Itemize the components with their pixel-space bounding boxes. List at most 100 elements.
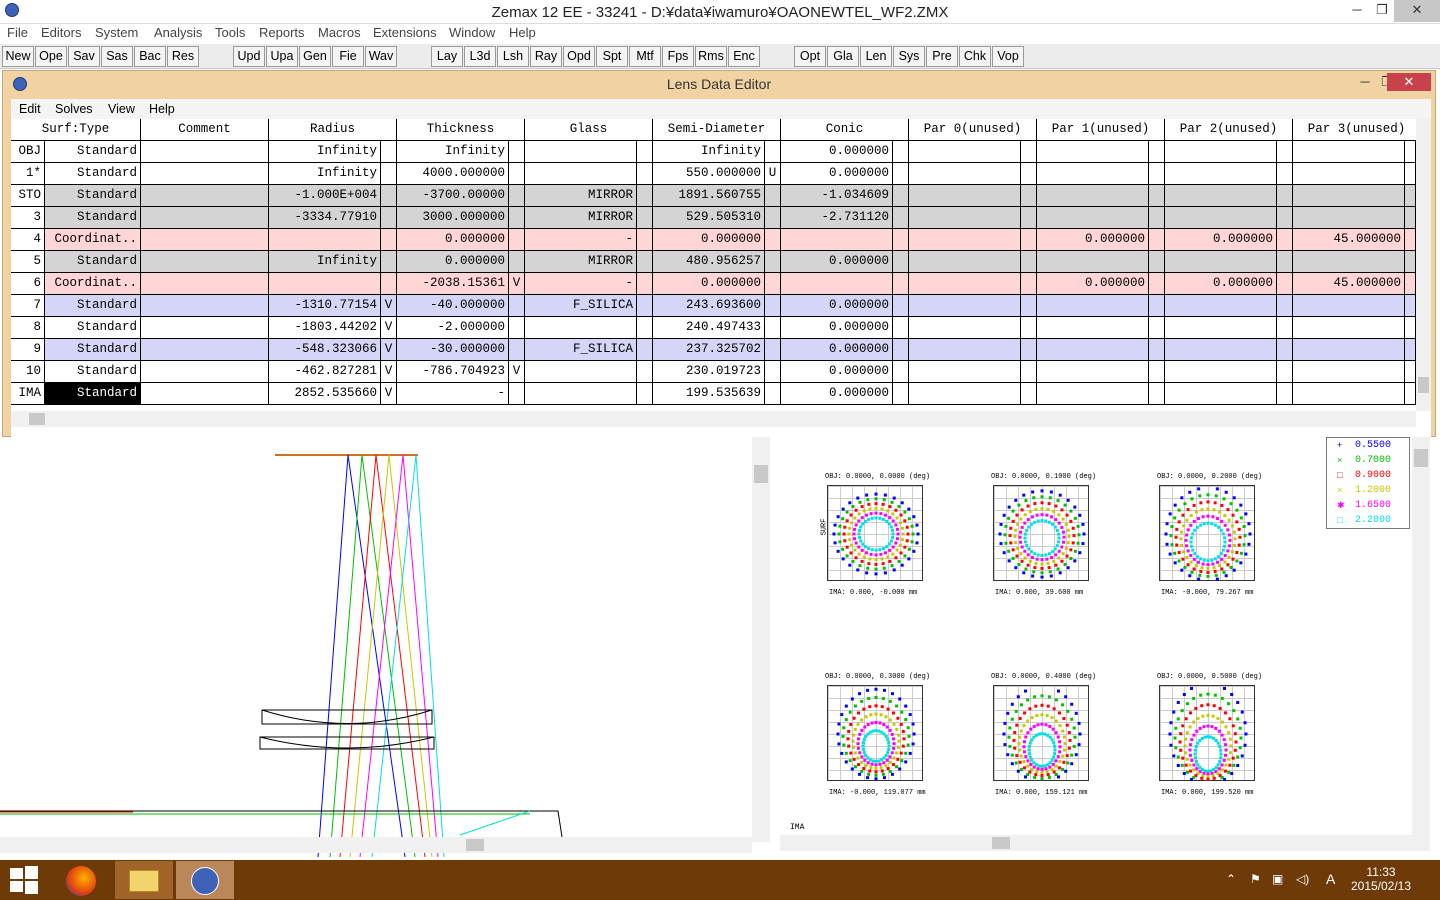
cell-p3[interactable] xyxy=(1293,383,1405,405)
cell-p1[interactable] xyxy=(1037,295,1149,317)
cell-p2f[interactable] xyxy=(1277,317,1293,339)
cell-semi[interactable]: Infinity xyxy=(653,141,765,163)
col-header-comment[interactable]: Comment xyxy=(141,119,269,141)
col-header-glass[interactable]: Glass xyxy=(525,119,653,141)
cell-p3f[interactable] xyxy=(1405,163,1416,185)
cell-radius[interactable]: -548.323066 xyxy=(269,339,381,361)
layout-hscroll-thumb[interactable] xyxy=(466,839,484,851)
spot-vscroll-thumb[interactable] xyxy=(1414,449,1428,467)
cell-p0f[interactable] xyxy=(1021,361,1037,383)
spot-diagram-6[interactable] xyxy=(1159,685,1255,782)
cell-p0[interactable] xyxy=(909,207,1021,229)
cell-type[interactable]: Standard xyxy=(45,163,141,185)
cell-conic[interactable]: 0.000000 xyxy=(781,251,893,273)
cell-comment[interactable] xyxy=(141,207,269,229)
cell-sf[interactable] xyxy=(765,251,781,273)
cell-glass[interactable]: F_SILICA xyxy=(525,339,637,361)
cell-radius[interactable]: -462.827281 xyxy=(269,361,381,383)
cell-p0f[interactable] xyxy=(1021,383,1037,405)
cell-p0[interactable] xyxy=(909,273,1021,295)
cell-p3f[interactable] xyxy=(1405,141,1416,163)
cell-surf[interactable]: 1* xyxy=(11,163,45,185)
cell-rf[interactable]: V xyxy=(381,295,397,317)
cell-surf[interactable]: STO xyxy=(11,185,45,207)
tb-gen[interactable]: Gen xyxy=(299,46,331,67)
cell-type[interactable]: Standard xyxy=(45,185,141,207)
cell-glass[interactable]: - xyxy=(525,273,637,295)
cell-p3[interactable] xyxy=(1293,317,1405,339)
cell-comment[interactable] xyxy=(141,383,269,405)
cell-semi[interactable]: 1891.560755 xyxy=(653,185,765,207)
cell-p0[interactable] xyxy=(909,141,1021,163)
cell-sf[interactable] xyxy=(765,141,781,163)
cell-sf[interactable] xyxy=(765,273,781,295)
cell-p1f[interactable] xyxy=(1149,251,1165,273)
col-header-radius[interactable]: Radius xyxy=(269,119,397,141)
cell-tf[interactable] xyxy=(509,295,525,317)
cell-conic[interactable] xyxy=(781,273,893,295)
cell-radius[interactable]: -3334.77910 xyxy=(269,207,381,229)
cell-thickness[interactable]: -30.000000 xyxy=(397,339,509,361)
cell-type[interactable]: Standard xyxy=(45,361,141,383)
menu-system[interactable]: System xyxy=(95,25,138,40)
cell-thickness[interactable]: Infinity xyxy=(397,141,509,163)
col-header-par1[interactable]: Par 1(unused) xyxy=(1037,119,1165,141)
cell-conic[interactable]: 0.000000 xyxy=(781,339,893,361)
cell-surf[interactable]: 8 xyxy=(11,317,45,339)
cell-p2[interactable] xyxy=(1165,251,1277,273)
show-hidden-icons[interactable]: ⌃ xyxy=(1226,872,1236,886)
cell-cf[interactable] xyxy=(893,361,909,383)
col-header-thickness[interactable]: Thickness xyxy=(397,119,525,141)
cell-p2f[interactable] xyxy=(1277,339,1293,361)
layout-horizontal-scrollbar[interactable] xyxy=(0,837,752,853)
cell-glass[interactable] xyxy=(525,383,637,405)
tb-lay[interactable]: Lay xyxy=(431,46,463,67)
cell-cf[interactable] xyxy=(893,163,909,185)
cell-gf[interactable] xyxy=(637,295,653,317)
cell-p3f[interactable] xyxy=(1405,229,1416,251)
cell-comment[interactable] xyxy=(141,273,269,295)
cell-sf[interactable] xyxy=(765,361,781,383)
col-header-par3[interactable]: Par 3(unused) xyxy=(1293,119,1421,141)
cell-p3[interactable] xyxy=(1293,163,1405,185)
cell-comment[interactable] xyxy=(141,185,269,207)
cell-glass[interactable]: MIRROR xyxy=(525,207,637,229)
cell-thickness[interactable]: 4000.000000 xyxy=(397,163,509,185)
cell-cf[interactable] xyxy=(893,229,909,251)
cell-thickness[interactable]: -2.000000 xyxy=(397,317,509,339)
cell-cf[interactable] xyxy=(893,141,909,163)
cell-p3[interactable] xyxy=(1293,295,1405,317)
cell-comment[interactable] xyxy=(141,295,269,317)
cell-p3f[interactable] xyxy=(1405,361,1416,383)
cell-p1f[interactable] xyxy=(1149,295,1165,317)
cell-semi[interactable]: 0.000000 xyxy=(653,229,765,251)
cell-surf[interactable]: 5 xyxy=(11,251,45,273)
cell-radius[interactable]: Infinity xyxy=(269,163,381,185)
cell-thickness[interactable]: 3000.000000 xyxy=(397,207,509,229)
cell-p2f[interactable] xyxy=(1277,251,1293,273)
spot-diagram-3[interactable] xyxy=(1159,485,1255,581)
cell-gf[interactable] xyxy=(637,317,653,339)
cell-conic[interactable]: 0.000000 xyxy=(781,295,893,317)
cell-tf[interactable]: V xyxy=(509,361,525,383)
cell-p2f[interactable] xyxy=(1277,229,1293,251)
cell-p1f[interactable] xyxy=(1149,185,1165,207)
cell-semi[interactable]: 550.000000 xyxy=(653,163,765,185)
network-icon[interactable]: ▣ xyxy=(1272,872,1283,886)
cell-p3[interactable]: 45.000000 xyxy=(1293,229,1405,251)
cell-surf[interactable]: 4 xyxy=(11,229,45,251)
cell-type[interactable]: Standard xyxy=(45,317,141,339)
spot-vertical-scrollbar[interactable] xyxy=(1412,437,1430,835)
cell-type[interactable]: Standard xyxy=(45,383,141,405)
tb-enc[interactable]: Enc xyxy=(728,46,760,67)
cell-p0[interactable] xyxy=(909,251,1021,273)
tb-bac[interactable]: Bac xyxy=(134,46,166,67)
cell-tf[interactable] xyxy=(509,207,525,229)
tb-l3d[interactable]: L3d xyxy=(464,46,496,67)
lde-vscroll-thumb[interactable] xyxy=(1418,377,1429,393)
cell-p2f[interactable] xyxy=(1277,185,1293,207)
cell-tf[interactable] xyxy=(509,163,525,185)
windows-start-icon[interactable] xyxy=(10,866,38,894)
cell-surf[interactable]: 7 xyxy=(11,295,45,317)
tb-res[interactable]: Res xyxy=(167,46,199,67)
